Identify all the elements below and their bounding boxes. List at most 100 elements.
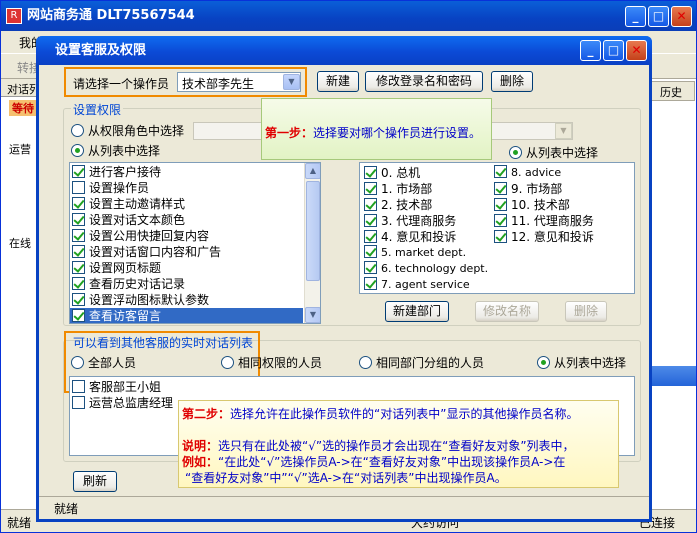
app-icon: R — [6, 8, 22, 24]
tree-node-ops[interactable]: 运营 — [9, 141, 31, 157]
chevron-down-icon[interactable]: ▼ — [283, 74, 300, 90]
checkbox-icon — [364, 198, 377, 211]
settings-dialog: 设置客服及权限 _ □ ✕ 请选择一个操作员 技术部李先生 ▼ 新建 修改登录名… — [36, 36, 652, 522]
radio-icon — [537, 356, 550, 369]
tree-node-online[interactable]: 在线 — [9, 235, 31, 251]
step2-example: 例如：“在此处“√”选操作员A->在“查看好友对象”中出现该操作员A->在 — [182, 455, 566, 469]
radio-from-list-view[interactable]: 从列表中选择 — [537, 354, 626, 371]
main-status-text: 就绪 — [7, 516, 32, 530]
close-button[interactable]: ✕ — [671, 6, 692, 27]
radio-same-permission[interactable]: 相同权限的人员 — [221, 354, 322, 371]
radio-from-role[interactable]: 从权限角色中选择 — [71, 122, 184, 139]
dialog-close-button[interactable]: ✕ — [626, 40, 647, 61]
permission-item[interactable]: 设置对话文本颜色 — [72, 212, 185, 228]
checkbox-icon — [72, 245, 85, 258]
rename-department-button[interactable]: 修改名称 — [475, 301, 539, 322]
checkbox-icon — [72, 261, 85, 274]
permission-item[interactable]: 设置对话窗口内容和广告 — [72, 244, 221, 260]
radio-from-list-left[interactable]: 从列表中选择 — [71, 142, 160, 159]
operator-select-value: 技术部李先生 — [182, 77, 255, 91]
department-item[interactable]: 0. 总机 — [364, 165, 420, 181]
radio-icon — [359, 356, 372, 369]
checkbox-icon — [72, 197, 85, 210]
step2-text: 第二步：选择允许在此操作员软件的“对话列表中”显示的其他操作员名称。 — [182, 407, 579, 421]
step2-example-cont: “查看好友对象”中”“√”选A->在“对话列表”中出现操作员A。 — [185, 471, 507, 485]
step2-callout: 第二步：选择允许在此操作员软件的“对话列表中”显示的其他操作员名称。 说明：选只… — [178, 400, 619, 488]
minimize-button[interactable]: _ — [625, 6, 646, 27]
radio-icon — [71, 144, 84, 157]
checkbox-icon — [364, 277, 377, 290]
radio-same-department[interactable]: 相同部门分组的人员 — [359, 354, 484, 371]
department-item[interactable]: 2. 技术部 — [364, 197, 432, 213]
checkbox-icon — [72, 213, 85, 226]
checkbox-icon — [494, 182, 507, 195]
permission-item[interactable]: 设置操作员 — [72, 180, 149, 196]
dialog-minimize-button[interactable]: _ — [580, 40, 601, 61]
dialog-status-text: 就绪 — [54, 502, 79, 516]
checkbox-icon — [494, 214, 507, 227]
permission-item[interactable]: 设置公用快捷回复内容 — [72, 228, 209, 244]
checkbox-icon — [72, 277, 85, 290]
department-item[interactable]: 11. 代理商服务 — [494, 213, 594, 229]
new-department-button[interactable]: 新建部门 — [385, 301, 449, 322]
department-list[interactable]: 0. 总机 1. 市场部 2. 技术部 3. 代理商服务 4. 意见和投诉 5.… — [359, 162, 635, 294]
operator-select[interactable]: 技术部李先生 ▼ — [177, 72, 301, 92]
step2-note: 说明：选只有在此处被“√”选的操作员才会出现在“查看好友对象”列表中， — [182, 439, 575, 453]
department-item[interactable]: 9. 市场部 — [494, 181, 562, 197]
department-item[interactable]: 1. 市场部 — [364, 181, 432, 197]
main-title: 网站商务通 DLT75567544 — [27, 8, 195, 23]
checkbox-icon — [72, 309, 85, 322]
checkbox-icon — [72, 293, 85, 306]
new-operator-button[interactable]: 新建 — [317, 71, 359, 92]
chevron-up-icon[interactable]: ▲ — [305, 163, 320, 179]
permission-item[interactable]: 进行客户接待 — [72, 164, 161, 180]
permission-item[interactable]: 查看历史对话记录 — [72, 276, 185, 292]
checkbox-icon — [72, 181, 85, 194]
dialog-maximize-button[interactable]: □ — [603, 40, 624, 61]
delete-operator-button[interactable]: 删除 — [491, 71, 533, 92]
department-item[interactable]: 12. 意见和投诉 — [494, 229, 594, 245]
delete-department-button[interactable]: 删除 — [565, 301, 607, 322]
permission-item[interactable]: 设置浮动图标默认参数 — [72, 292, 209, 308]
permission-list[interactable]: 进行客户接待 设置操作员 设置主动邀请样式 设置对话文本颜色 设置公用快捷回复内… — [69, 162, 321, 324]
history-tab[interactable]: 历史 — [651, 81, 695, 101]
checkbox-icon — [494, 165, 507, 178]
refresh-button[interactable]: 刷新 — [73, 471, 117, 492]
department-item[interactable]: 4. 意见和投诉 — [364, 229, 456, 245]
checkbox-icon — [364, 182, 377, 195]
department-item[interactable]: 8. advice — [494, 165, 561, 181]
operator-label: 请选择一个操作员 — [73, 77, 170, 91]
checkbox-icon — [72, 229, 85, 242]
modify-login-button[interactable]: 修改登录名和密码 — [365, 71, 483, 92]
department-item[interactable]: 6. technology dept. — [364, 261, 488, 277]
step1-callout: 第一步：选择要对哪个操作员进行设置。 — [261, 98, 492, 160]
radio-icon — [71, 124, 84, 137]
department-item[interactable]: 7. agent service — [364, 277, 470, 293]
agent-item[interactable]: 运营总监唐经理 — [72, 395, 173, 411]
permission-item-selected[interactable]: 查看访客留言 — [70, 308, 303, 323]
dialog-title-bar: 设置客服及权限 — [36, 36, 652, 65]
main-title-bar: 网站商务通 DLT75567544 — [1, 1, 696, 31]
department-item[interactable]: 3. 代理商服务 — [364, 213, 456, 229]
scroll-thumb[interactable] — [306, 181, 320, 281]
checkbox-icon — [364, 166, 377, 179]
radio-icon — [221, 356, 234, 369]
radio-icon — [71, 356, 84, 369]
department-item[interactable]: 10. 技术部 — [494, 197, 570, 213]
dialog-status-bar: 就绪 — [39, 496, 649, 516]
permission-item[interactable]: 设置主动邀请样式 — [72, 196, 185, 212]
tree-node-waiting[interactable]: 等待 — [9, 100, 37, 116]
maximize-button[interactable]: □ — [648, 6, 669, 27]
radio-all-staff[interactable]: 全部人员 — [71, 354, 136, 371]
permission-item[interactable]: 设置网页标题 — [72, 260, 161, 276]
radio-from-list-right[interactable]: 从列表中选择 — [509, 144, 598, 161]
department-item[interactable]: 5. market dept. — [364, 245, 466, 261]
checkbox-icon — [72, 165, 85, 178]
right-pane — [651, 79, 696, 509]
right-pane-bar — [651, 366, 696, 386]
radio-icon — [509, 146, 522, 159]
permission-scrollbar[interactable]: ▲ ▼ — [304, 163, 320, 323]
checkbox-icon — [72, 396, 85, 409]
agent-item[interactable]: 客服部王小姐 — [72, 379, 161, 395]
chevron-down-icon[interactable]: ▼ — [305, 307, 320, 323]
